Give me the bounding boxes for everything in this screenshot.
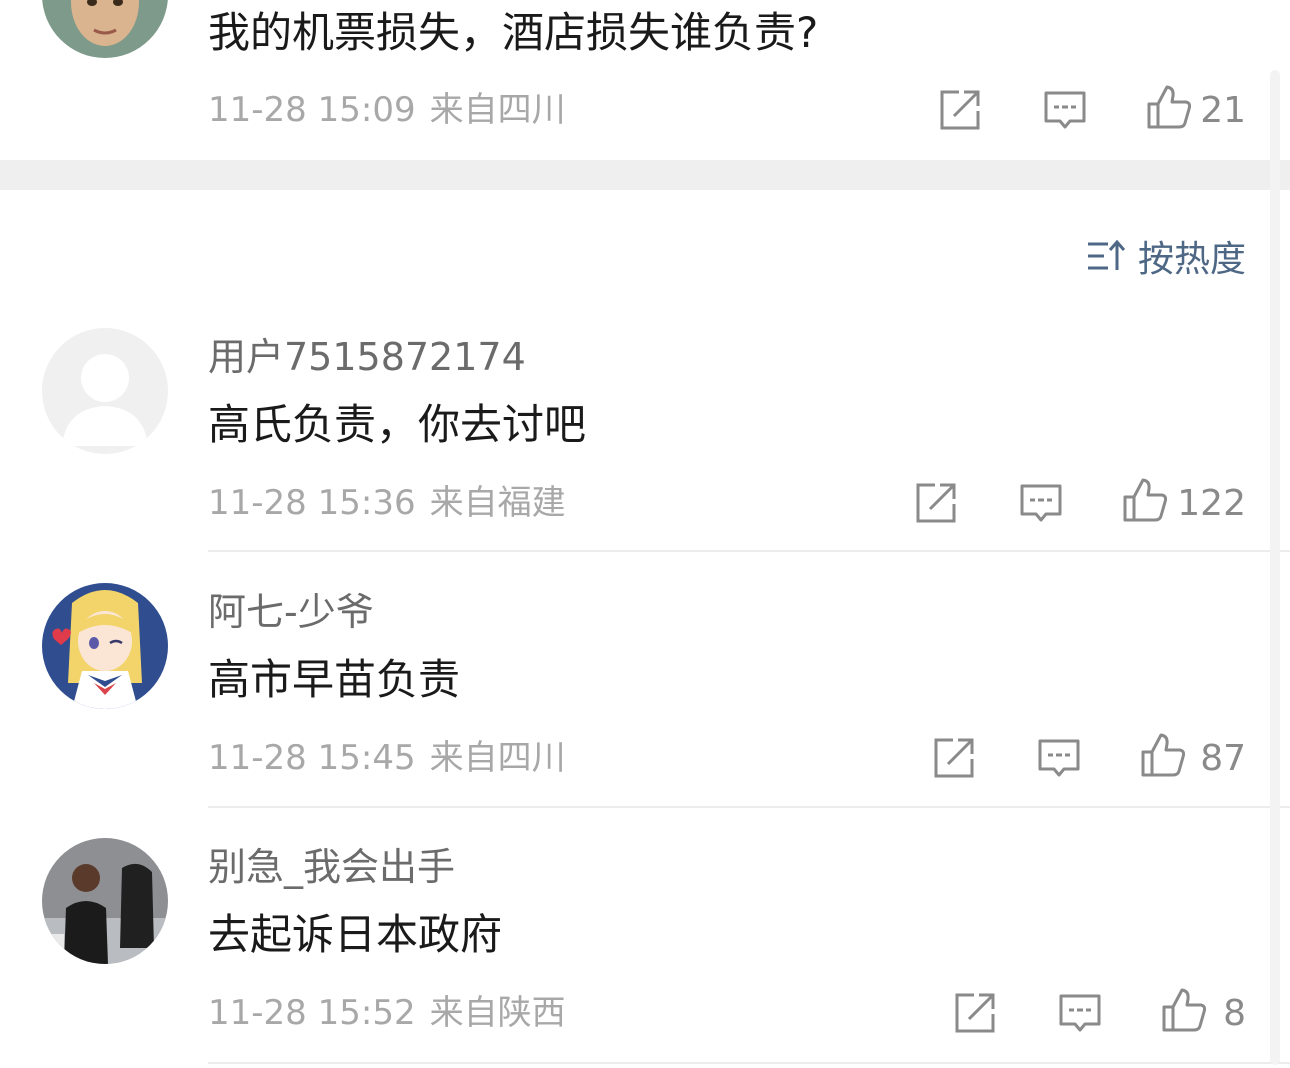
section-separator [0, 160, 1290, 190]
like-count: 8 [1223, 993, 1246, 1034]
comment-time: 11-28 15:09 [208, 90, 416, 130]
comment-icon[interactable] [1057, 990, 1103, 1036]
avatar[interactable] [42, 583, 168, 709]
divider [208, 1062, 1290, 1064]
username[interactable]: 别急_我会出手 [208, 848, 455, 886]
comment-time: 11-28 15:45 [208, 738, 416, 778]
like-count: 122 [1177, 483, 1246, 524]
comment-text: 高氏负责，你去讨吧 [208, 400, 587, 449]
divider [208, 806, 1290, 808]
comment-meta: 11-28 15:09 来自四川 [208, 93, 566, 127]
avatar[interactable] [42, 838, 168, 964]
thumbs-up-icon[interactable] [1161, 987, 1207, 1033]
comment-feed: 我的机票损失，酒店损失谁负责? 11-28 15:09 来自四川 21 按热度 用… [0, 0, 1290, 1068]
comment-location: 来自福建 [429, 483, 566, 523]
comment-icon[interactable] [1042, 87, 1088, 133]
comment-text: 高市早苗负责 [208, 655, 461, 704]
share-icon[interactable] [952, 990, 998, 1036]
comment-location: 来自陕西 [429, 993, 566, 1033]
avatar[interactable] [42, 0, 168, 58]
thumbs-up-icon[interactable] [1140, 732, 1186, 778]
share-icon[interactable] [937, 87, 983, 133]
comment-meta: 11-28 15:45 来自四川 [208, 741, 566, 775]
comment-location: 来自四川 [429, 738, 566, 778]
comment-time: 11-28 15:36 [208, 483, 416, 523]
comment-meta: 11-28 15:52 来自陕西 [208, 996, 566, 1030]
like-count: 21 [1200, 90, 1246, 131]
divider [208, 550, 1290, 552]
scrollbar[interactable] [1270, 70, 1280, 1065]
like-count: 87 [1200, 738, 1246, 779]
username[interactable]: 阿七-少爷 [208, 593, 374, 631]
thumbs-up-icon[interactable] [1122, 477, 1168, 523]
comment-location: 来自四川 [429, 90, 566, 130]
comment-icon[interactable] [1018, 480, 1064, 526]
avatar[interactable] [42, 328, 168, 454]
sort-icon [1087, 239, 1126, 270]
username[interactable]: 用户7515872174 [208, 338, 526, 376]
comment-text: 我的机票损失，酒店损失谁负责? [208, 8, 819, 57]
comment-text: 去起诉日本政府 [208, 910, 503, 959]
comment-icon[interactable] [1036, 735, 1082, 781]
comment-time: 11-28 15:52 [208, 993, 416, 1033]
sort-label: 按热度 [1137, 239, 1246, 280]
thumbs-up-icon[interactable] [1146, 84, 1192, 130]
share-icon[interactable] [931, 735, 977, 781]
share-icon[interactable] [913, 480, 959, 526]
sort-by-hot-button[interactable]: 按热度 [1086, 234, 1246, 280]
comment-meta: 11-28 15:36 来自福建 [208, 486, 566, 520]
